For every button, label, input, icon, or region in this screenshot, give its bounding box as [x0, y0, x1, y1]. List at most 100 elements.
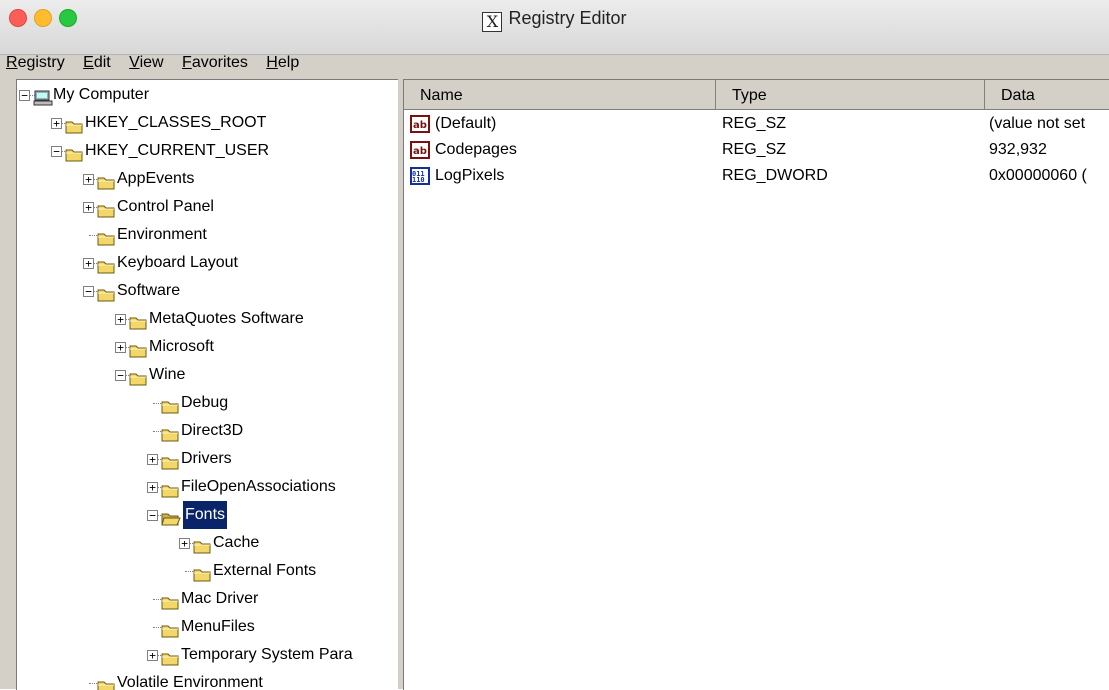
value-row[interactable]: 011 110 LogPixels REG_DWORD 0x00000060 (	[404, 163, 1109, 189]
folder-icon	[193, 564, 211, 582]
tree-item[interactable]: Environment	[17, 221, 397, 249]
window-title: Registry Editor	[508, 8, 627, 28]
binary-value-icon: 011 110	[410, 167, 430, 185]
folder-icon	[161, 620, 179, 638]
x11-app-icon: X	[482, 12, 503, 32]
tree-item[interactable]: + HKEY_CLASSES_ROOT	[17, 109, 397, 137]
tree-item-label: HKEY_CURRENT_USER	[85, 142, 270, 159]
expand-icon[interactable]: +	[147, 482, 158, 493]
tree-item[interactable]: Debug	[17, 389, 397, 417]
tree-item[interactable]: + MetaQuotes Software	[17, 305, 397, 333]
tree-item[interactable]: + Cache	[17, 529, 397, 557]
tree-item-label: Volatile Environment	[117, 674, 263, 690]
tree-item[interactable]: MenuFiles	[17, 613, 397, 641]
collapse-icon[interactable]: −	[147, 510, 158, 521]
tree-item[interactable]: − Fonts	[17, 500, 397, 530]
folder-icon	[129, 368, 147, 386]
expand-icon[interactable]: +	[115, 342, 126, 353]
value-data: 0x00000060 (	[989, 167, 1087, 184]
menu-view[interactable]: View	[129, 50, 163, 76]
svg-text:110: 110	[412, 176, 425, 184]
svg-text:ab: ab	[413, 146, 427, 157]
computer-icon	[33, 88, 53, 106]
value-name: LogPixels	[435, 167, 505, 184]
value-data: 932,932	[989, 141, 1047, 158]
folder-icon	[161, 480, 179, 498]
folder-icon	[97, 200, 115, 218]
tree-item-label: Temporary System Para	[181, 646, 353, 663]
folder-icon	[97, 172, 115, 190]
string-value-icon: ab	[410, 141, 430, 159]
tree-item-label: Cache	[213, 534, 260, 551]
value-type: REG_SZ	[722, 115, 787, 132]
tree-item-label: Control Panel	[117, 198, 214, 215]
value-row[interactable]: ab Codepages REG_SZ 932,932	[404, 137, 1109, 163]
menu-edit[interactable]: Edit	[83, 50, 111, 76]
string-value-icon: ab	[410, 115, 430, 133]
tree-item-label: Environment	[117, 226, 207, 243]
tree-item[interactable]: + FileOpenAssociations	[17, 473, 397, 501]
menu-registry[interactable]: Registry	[6, 50, 65, 76]
expand-icon[interactable]: +	[51, 118, 62, 129]
tree-item[interactable]: − Software	[17, 277, 397, 305]
svg-text:ab: ab	[413, 120, 427, 131]
folder-icon	[161, 452, 179, 470]
expand-icon[interactable]: +	[83, 258, 94, 269]
menu-favorites[interactable]: Favorites	[182, 50, 248, 76]
folder-icon	[97, 228, 115, 246]
title-bar[interactable]: X Registry Editor	[0, 0, 1109, 55]
tree-item[interactable]: − HKEY_CURRENT_USER	[17, 137, 397, 165]
tree-item[interactable]: + Temporary System Para	[17, 641, 397, 669]
folder-icon	[161, 424, 179, 442]
tree-item[interactable]: Mac Driver	[17, 585, 397, 613]
collapse-icon[interactable]: −	[19, 90, 30, 101]
collapse-icon[interactable]: −	[83, 286, 94, 297]
folder-icon	[65, 116, 83, 134]
tree-item-label: FileOpenAssociations	[181, 478, 336, 495]
tree-item-label: Mac Driver	[181, 590, 259, 607]
menu-help[interactable]: Help	[266, 50, 299, 76]
tree-item[interactable]: − Wine	[17, 361, 397, 389]
tree-item[interactable]: + Control Panel	[17, 193, 397, 221]
folder-icon	[97, 284, 115, 302]
tree-item[interactable]: + AppEvents	[17, 165, 397, 193]
tree-item[interactable]: + Drivers	[17, 445, 397, 473]
expand-icon[interactable]: +	[147, 650, 158, 661]
folder-icon	[129, 312, 147, 330]
tree-item-label: AppEvents	[117, 170, 195, 187]
expand-icon[interactable]: +	[83, 174, 94, 185]
value-row[interactable]: ab (Default) REG_SZ (value not set	[404, 111, 1109, 137]
tree-item-label: Drivers	[181, 450, 232, 467]
expand-icon[interactable]: +	[115, 314, 126, 325]
folder-icon	[161, 396, 179, 414]
registry-tree[interactable]: − My Computer + HKEY_CLASSES_ROOT − HKEY_CURR…	[16, 79, 399, 690]
tree-item-label: HKEY_CLASSES_ROOT	[85, 114, 267, 131]
tree-item[interactable]: + Keyboard Layout	[17, 249, 397, 277]
folder-icon	[129, 340, 147, 358]
tree-item[interactable]: + Microsoft	[17, 333, 397, 361]
tree-item[interactable]: Direct3D	[17, 417, 397, 445]
folder-icon	[97, 256, 115, 274]
tree-item-label: Direct3D	[181, 422, 244, 439]
expand-icon[interactable]: +	[147, 454, 158, 465]
folder-icon	[97, 676, 115, 690]
menu-bar: Registry Edit View Favorites Help	[0, 50, 1109, 72]
tree-item-label: External Fonts	[213, 562, 317, 579]
folder-icon	[161, 592, 179, 610]
expand-icon[interactable]: +	[179, 538, 190, 549]
window-title-group: X Registry Editor	[0, 5, 1109, 32]
value-name: (Default)	[435, 115, 497, 132]
values-list[interactable]: Name Type Data ab (Default) REG_SZ (value n…	[403, 79, 1109, 690]
tree-item-label: My Computer	[53, 86, 150, 103]
tree-item-label: MetaQuotes Software	[149, 310, 304, 327]
column-header-type[interactable]: Type	[716, 80, 985, 110]
collapse-icon[interactable]: −	[115, 370, 126, 381]
column-header-name[interactable]: Name	[404, 80, 716, 110]
tree-item[interactable]: − My Computer	[17, 81, 397, 109]
open-folder-icon	[161, 508, 181, 526]
column-header-data[interactable]: Data	[985, 80, 1109, 110]
tree-item[interactable]: Volatile Environment	[17, 669, 397, 690]
tree-item[interactable]: External Fonts	[17, 557, 397, 585]
expand-icon[interactable]: +	[83, 202, 94, 213]
collapse-icon[interactable]: −	[51, 146, 62, 157]
